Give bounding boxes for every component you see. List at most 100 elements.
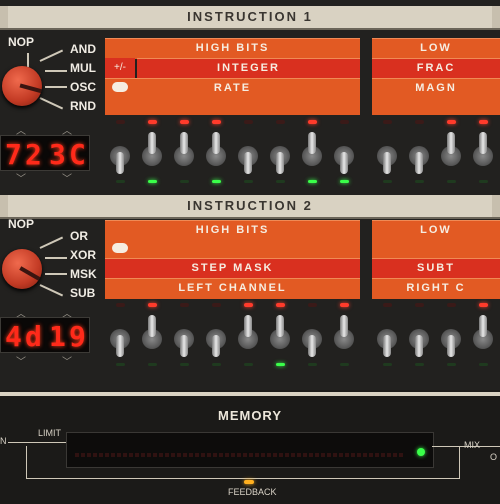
- integer-row: INTEGER: [137, 58, 360, 79]
- high-bits-label: HIGH BITS: [195, 42, 270, 54]
- instruction-2-title-bar: INSTRUCTION 2: [0, 195, 500, 219]
- bit-status-led: [447, 363, 456, 366]
- display-digit: C: [69, 138, 86, 171]
- bit-status-led: [308, 180, 317, 183]
- op-sub-2[interactable]: SUB: [70, 286, 95, 300]
- knob-line: [39, 284, 64, 297]
- signal-line: [8, 442, 66, 443]
- toggle-lever: [116, 152, 124, 174]
- feedback-label: FEEDBACK: [228, 487, 277, 497]
- bit-status-led: [479, 363, 488, 366]
- bit-toggle-switch[interactable]: [110, 311, 130, 361]
- bit-led: [340, 303, 349, 307]
- bit-toggle-switch[interactable]: [441, 128, 461, 178]
- chevron-down-icon[interactable]: ﹀: [16, 353, 26, 368]
- bit-status-led: [212, 363, 221, 366]
- bit-toggle-switch[interactable]: [206, 128, 226, 178]
- chevron-down-icon[interactable]: ﹀: [16, 170, 26, 185]
- step-mask-label: STEP MASK: [191, 262, 274, 274]
- magn-label: MAGN: [415, 82, 457, 94]
- bit-toggle-switch[interactable]: [473, 128, 493, 178]
- op-or-2[interactable]: OR: [70, 229, 88, 243]
- bit-toggle-switch[interactable]: [302, 311, 322, 361]
- bit-toggle-switch[interactable]: [409, 311, 429, 361]
- bit-status-led: [116, 180, 125, 183]
- bit-toggle-switch[interactable]: [206, 311, 226, 361]
- bit-toggle-switch[interactable]: [270, 311, 290, 361]
- knob-line: [45, 86, 67, 88]
- bit-status-led: [276, 180, 285, 183]
- left-channel-row: LEFT CHANNEL: [105, 278, 360, 299]
- bit-toggle-switch[interactable]: [334, 311, 354, 361]
- op-rnd-1[interactable]: RND: [70, 99, 96, 113]
- bit-toggle-switch[interactable]: [142, 311, 162, 361]
- instruction-2-knob[interactable]: [2, 249, 42, 289]
- input-label: N: [0, 436, 7, 446]
- op-mul-1[interactable]: MUL: [70, 61, 96, 75]
- link-icon[interactable]: [112, 82, 128, 92]
- bit-toggle-switch[interactable]: [302, 128, 322, 178]
- knob-line: [27, 53, 29, 67]
- toggle-lever: [308, 132, 316, 154]
- bit-toggle-switch[interactable]: [110, 128, 130, 178]
- display-digit: 4: [5, 320, 22, 353]
- magn-row: MAGN: [372, 78, 500, 115]
- bit-led: [383, 303, 392, 307]
- link-icon[interactable]: [112, 243, 128, 253]
- bit-status-led: [180, 363, 189, 366]
- bit-toggle-switch[interactable]: [377, 311, 397, 361]
- frac-row: FRAC: [372, 58, 500, 79]
- toggle-lever: [383, 152, 391, 174]
- mix-label: MIX: [464, 440, 481, 450]
- op-osc-1[interactable]: OSC: [70, 80, 96, 94]
- chevron-down-icon[interactable]: ﹀: [62, 353, 72, 368]
- bit-led: [148, 120, 157, 124]
- bit-toggle-switch[interactable]: [174, 128, 194, 178]
- bit-toggle-switch[interactable]: [441, 311, 461, 361]
- bit-toggle-switch[interactable]: [142, 128, 162, 178]
- op-msk-2[interactable]: MSK: [70, 267, 97, 281]
- knob-line: [39, 236, 64, 249]
- instruction-1-panel: INSTRUCTION 1 NOP AND MUL OSC RND ︿ ︿ 7 …: [0, 0, 500, 195]
- toggle-lever: [180, 132, 188, 154]
- op-and-1[interactable]: AND: [70, 42, 96, 56]
- instruction-1-title: INSTRUCTION 1: [187, 9, 313, 24]
- bit-toggle-switch[interactable]: [334, 128, 354, 178]
- toggle-lever: [244, 315, 252, 337]
- plus-minus-toggle[interactable]: +/-: [105, 58, 135, 78]
- knob-line: [39, 49, 64, 62]
- bit-led: [212, 120, 221, 124]
- bit-toggle-switch[interactable]: [409, 128, 429, 178]
- bit-toggle-switch[interactable]: [473, 311, 493, 361]
- display-digit: 9: [69, 320, 86, 353]
- bit-toggle-switch[interactable]: [174, 311, 194, 361]
- knob-line: [45, 257, 67, 259]
- low-row: LOW: [372, 38, 500, 59]
- toggle-lever: [212, 335, 220, 357]
- bit-led: [276, 120, 285, 124]
- bit-toggle-switch[interactable]: [377, 128, 397, 178]
- toggle-lever: [180, 335, 188, 357]
- toggle-lever: [116, 335, 124, 357]
- right-channel-row: RIGHT C: [372, 278, 500, 299]
- feedback-loop-line: [26, 446, 460, 479]
- bit-status-led: [415, 180, 424, 183]
- chevron-down-icon[interactable]: ﹀: [62, 170, 72, 185]
- knob-line: [45, 70, 67, 72]
- display-digit: 3: [49, 138, 66, 171]
- feedback-led[interactable]: [244, 480, 254, 484]
- op-nop-1[interactable]: NOP: [8, 35, 34, 49]
- bit-led: [180, 120, 189, 124]
- instruction-1-knob[interactable]: [2, 66, 42, 106]
- op-nop-2[interactable]: NOP: [8, 217, 34, 231]
- bit-led: [244, 303, 253, 307]
- bit-led: [383, 120, 392, 124]
- memory-title: MEMORY: [217, 408, 283, 423]
- knob-line: [45, 273, 67, 275]
- bit-toggle-switch[interactable]: [238, 311, 258, 361]
- op-xor-2[interactable]: XOR: [70, 248, 96, 262]
- toggle-lever: [415, 335, 423, 357]
- bit-led: [447, 120, 456, 124]
- bit-toggle-switch[interactable]: [270, 128, 290, 178]
- bit-toggle-switch[interactable]: [238, 128, 258, 178]
